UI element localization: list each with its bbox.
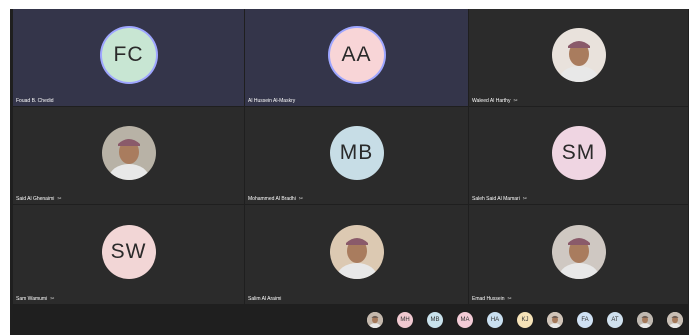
mic-muted-icon: ✂ [507,296,512,302]
participant-avatar: AA [329,27,384,82]
participant-mini-avatar[interactable]: FA [577,312,593,328]
participant-name-label: Mohammed Al Bradhi [248,196,296,202]
participant-name: Salim Al Araimi [248,296,281,302]
participant-photo [329,224,384,279]
mic-muted-icon: ✂ [298,196,304,202]
participant-mini-avatar[interactable]: MH [397,312,413,328]
participant-name: Emad Hussein ✂ [472,296,512,302]
participant-tile[interactable]: Waleed Al Harthy ✂ [469,9,689,107]
participant-tile[interactable]: Said Al Ghenaimi ✂ [13,107,245,205]
participant-bar: MH MB MA HA KJ FA AT [10,305,689,335]
participant-avatar: FC [101,27,156,82]
participant-name: Waleed Al Harthy ✂ [472,98,518,104]
mic-muted-icon: ✂ [513,98,518,104]
participant-name: Saleh Said Al Mamari ✂ [472,196,527,202]
participant-tile[interactable]: Emad Hussein ✂ [469,205,689,305]
participant-photo [551,224,606,279]
participant-name-label: Fouad B. Chedid [16,98,54,104]
meeting-window: FC Fouad B. Chedid AA Al Hussein Al-Maskry W… [10,9,689,335]
participant-name-label: Waleed Al Harthy [472,98,511,104]
participant-avatar: SM [551,125,606,180]
participant-mini-avatar[interactable]: MA [457,312,473,328]
participant-mini-avatar[interactable] [667,312,683,328]
participant-name: Mohammed Al Bradhi ✂ [248,196,303,202]
participant-mini-avatar[interactable] [547,312,563,328]
participant-tile[interactable]: FC Fouad B. Chedid [13,9,245,107]
participant-tile[interactable]: AA Al Hussein Al-Maskry [245,9,469,107]
participant-name-label: Emad Hussein [472,296,505,302]
mic-muted-icon: ✂ [522,196,528,202]
participant-mini-avatar[interactable]: MB [427,312,443,328]
video-grid: FC Fouad B. Chedid AA Al Hussein Al-Maskry W… [13,9,689,305]
mic-muted-icon: ✂ [50,296,55,302]
participant-name-label: Al Hussein Al-Maskry [248,98,296,104]
participant-name-label: Said Al Ghenaimi [16,196,55,202]
participant-name: Sam Wamumi ✂ [16,296,54,302]
participant-avatar: MB [329,125,384,180]
participant-photo [101,125,156,180]
participant-tile[interactable]: Salim Al Araimi [245,205,469,305]
participant-tile[interactable]: SM Saleh Said Al Mamari ✂ [469,107,689,205]
participant-tile[interactable]: MB Mohammed Al Bradhi ✂ [245,107,469,205]
mic-muted-icon: ✂ [57,196,62,202]
participant-mini-avatar[interactable] [637,312,653,328]
participant-name: Fouad B. Chedid [16,98,54,104]
participant-mini-avatar[interactable] [367,312,383,328]
participant-photo [551,27,606,82]
participant-mini-avatar[interactable]: AT [607,312,623,328]
participant-tile[interactable]: SW Sam Wamumi ✂ [13,205,245,305]
participant-name-label: Salim Al Araimi [248,296,282,302]
participant-name: Said Al Ghenaimi ✂ [16,196,62,202]
participant-mini-avatar[interactable]: HA [487,312,503,328]
participant-name-label: Sam Wamumi [16,296,48,302]
participant-mini-avatar[interactable]: KJ [517,312,533,328]
participant-name-label: Saleh Said Al Mamari [472,196,520,202]
participant-avatar: SW [101,224,156,279]
participant-name: Al Hussein Al-Maskry [248,98,295,104]
participant-strip: MH MB MA HA KJ FA AT [367,312,683,328]
